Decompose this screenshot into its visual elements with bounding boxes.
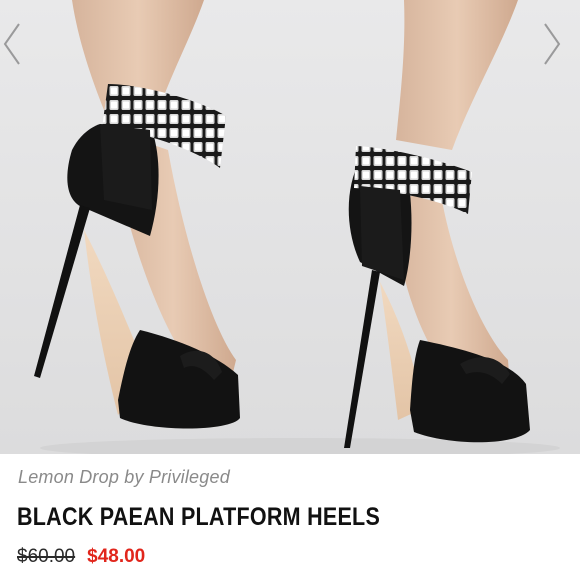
carousel-next-button[interactable] [542,22,576,92]
product-info: Lemon Drop by Privileged BLACK PAEAN PLA… [0,454,580,580]
chevron-right-icon [544,23,561,65]
brand-name[interactable]: Lemon Drop by Privileged [18,467,230,488]
product-card: Lemon Drop by Privileged BLACK PAEAN PLA… [0,0,580,580]
carousel-prev-button[interactable] [2,22,36,92]
product-photo[interactable] [0,0,580,454]
sale-price: $48.00 [87,546,146,567]
chevron-left-icon [3,23,20,65]
product-title: BLACK PAEAN PLATFORM HEELS [17,503,381,531]
price-row: $60.00 $48.00 [17,546,145,568]
heels-illustration [34,0,560,454]
original-price: $60.00 [17,546,76,567]
